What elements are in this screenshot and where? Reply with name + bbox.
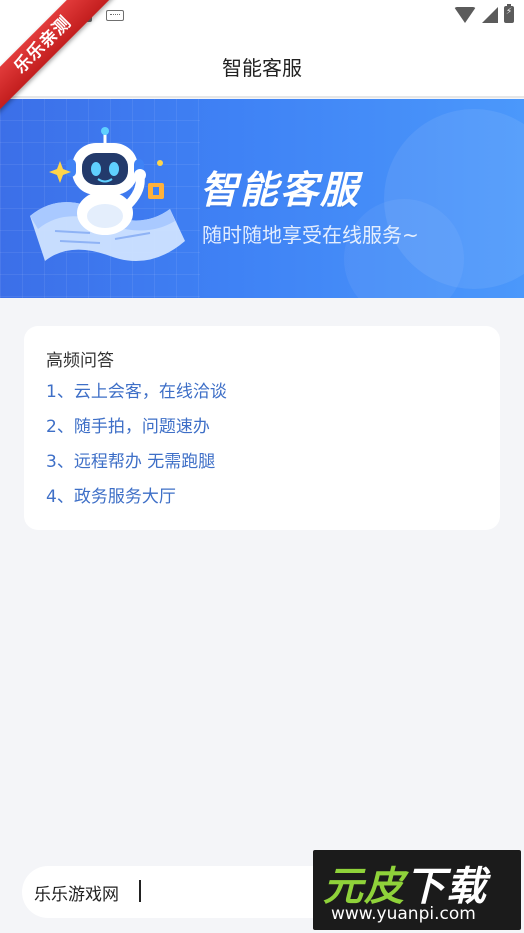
banner-title: 智能客服: [200, 168, 361, 212]
faq-heading: 高频问答: [46, 351, 114, 371]
faq-list: 1、云上会客，在线洽谈 2、随手拍，问题速办 3、远程帮办 无需跑腿 4、政务服…: [46, 380, 227, 520]
site-watermark: 元皮下载 www.yuanpi.com: [313, 850, 521, 930]
battery-charging-icon: [504, 4, 514, 23]
wifi-icon: [454, 6, 476, 23]
robot-illustration: [30, 127, 185, 261]
message-input[interactable]: [34, 880, 334, 904]
faq-item[interactable]: 3、远程帮办 无需跑腿: [46, 450, 227, 485]
faq-item[interactable]: 2、随手拍，问题速办: [46, 415, 227, 450]
ribbon-label: 乐乐亲测: [0, 0, 114, 116]
faq-item[interactable]: 1、云上会客，在线洽谈: [46, 380, 227, 415]
status-right-icons: [454, 4, 514, 23]
banner-subtitle: 随时随地享受在线服务~: [202, 223, 419, 247]
signal-icon: [482, 6, 498, 23]
watermark-url: www.yuanpi.com: [331, 904, 476, 924]
service-banner: 智能客服 随时随地享受在线服务~: [0, 99, 524, 298]
text-caret: [139, 880, 141, 902]
corner-ribbon: 乐乐亲测: [0, 0, 120, 120]
faq-card: 高频问答 1、云上会客，在线洽谈 2、随手拍，问题速办 3、远程帮办 无需跑腿 …: [24, 326, 500, 530]
faq-item[interactable]: 4、政务服务大厅: [46, 485, 227, 520]
